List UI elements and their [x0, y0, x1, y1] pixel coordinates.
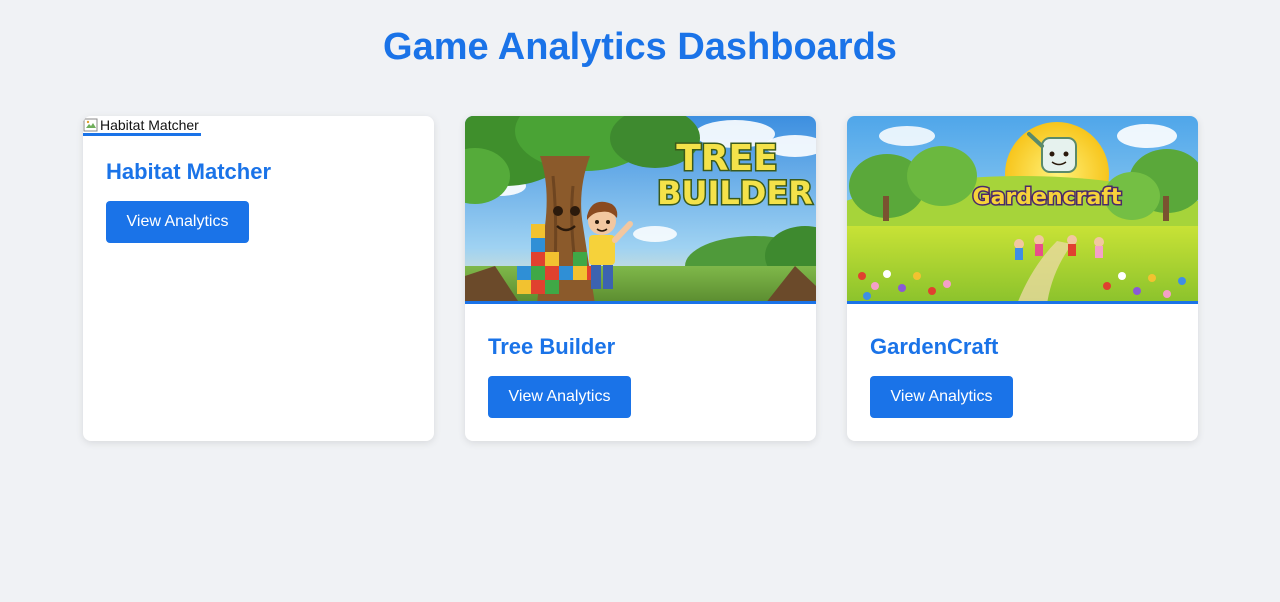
- game-title: Tree Builder: [488, 334, 616, 359]
- banner-title-line2: BUILDER: [657, 174, 813, 212]
- view-analytics-button[interactable]: View Analytics: [870, 376, 1013, 418]
- gardencraft-artwork: Gardencraft: [847, 116, 1198, 301]
- game-banner-image: Gardencraft: [847, 116, 1198, 304]
- game-card-tree-builder: TREE BUILDER Tree Builder View Analytics: [465, 116, 816, 441]
- game-card-gardencraft: Gardencraft GardenCraft View Analytics: [847, 116, 1198, 441]
- view-analytics-button[interactable]: View Analytics: [106, 201, 249, 243]
- banner-title: Gardencraft: [973, 185, 1122, 210]
- broken-image-placeholder: Habitat Matcher: [83, 116, 201, 136]
- game-title: GardenCraft: [870, 334, 999, 359]
- game-banner-image: TREE BUILDER: [465, 116, 816, 304]
- page-title: Game Analytics Dashboards: [383, 26, 897, 68]
- image-alt-text: Habitat Matcher: [100, 116, 199, 133]
- banner-title-line1: TREE: [676, 138, 777, 179]
- broken-image-icon: [83, 118, 98, 131]
- game-card-habitat-matcher: Habitat Matcher Habitat Matcher View Ana…: [83, 116, 434, 441]
- game-title: Habitat Matcher: [106, 159, 272, 184]
- tree-builder-artwork: TREE BUILDER: [465, 116, 816, 301]
- view-analytics-button[interactable]: View Analytics: [488, 376, 631, 418]
